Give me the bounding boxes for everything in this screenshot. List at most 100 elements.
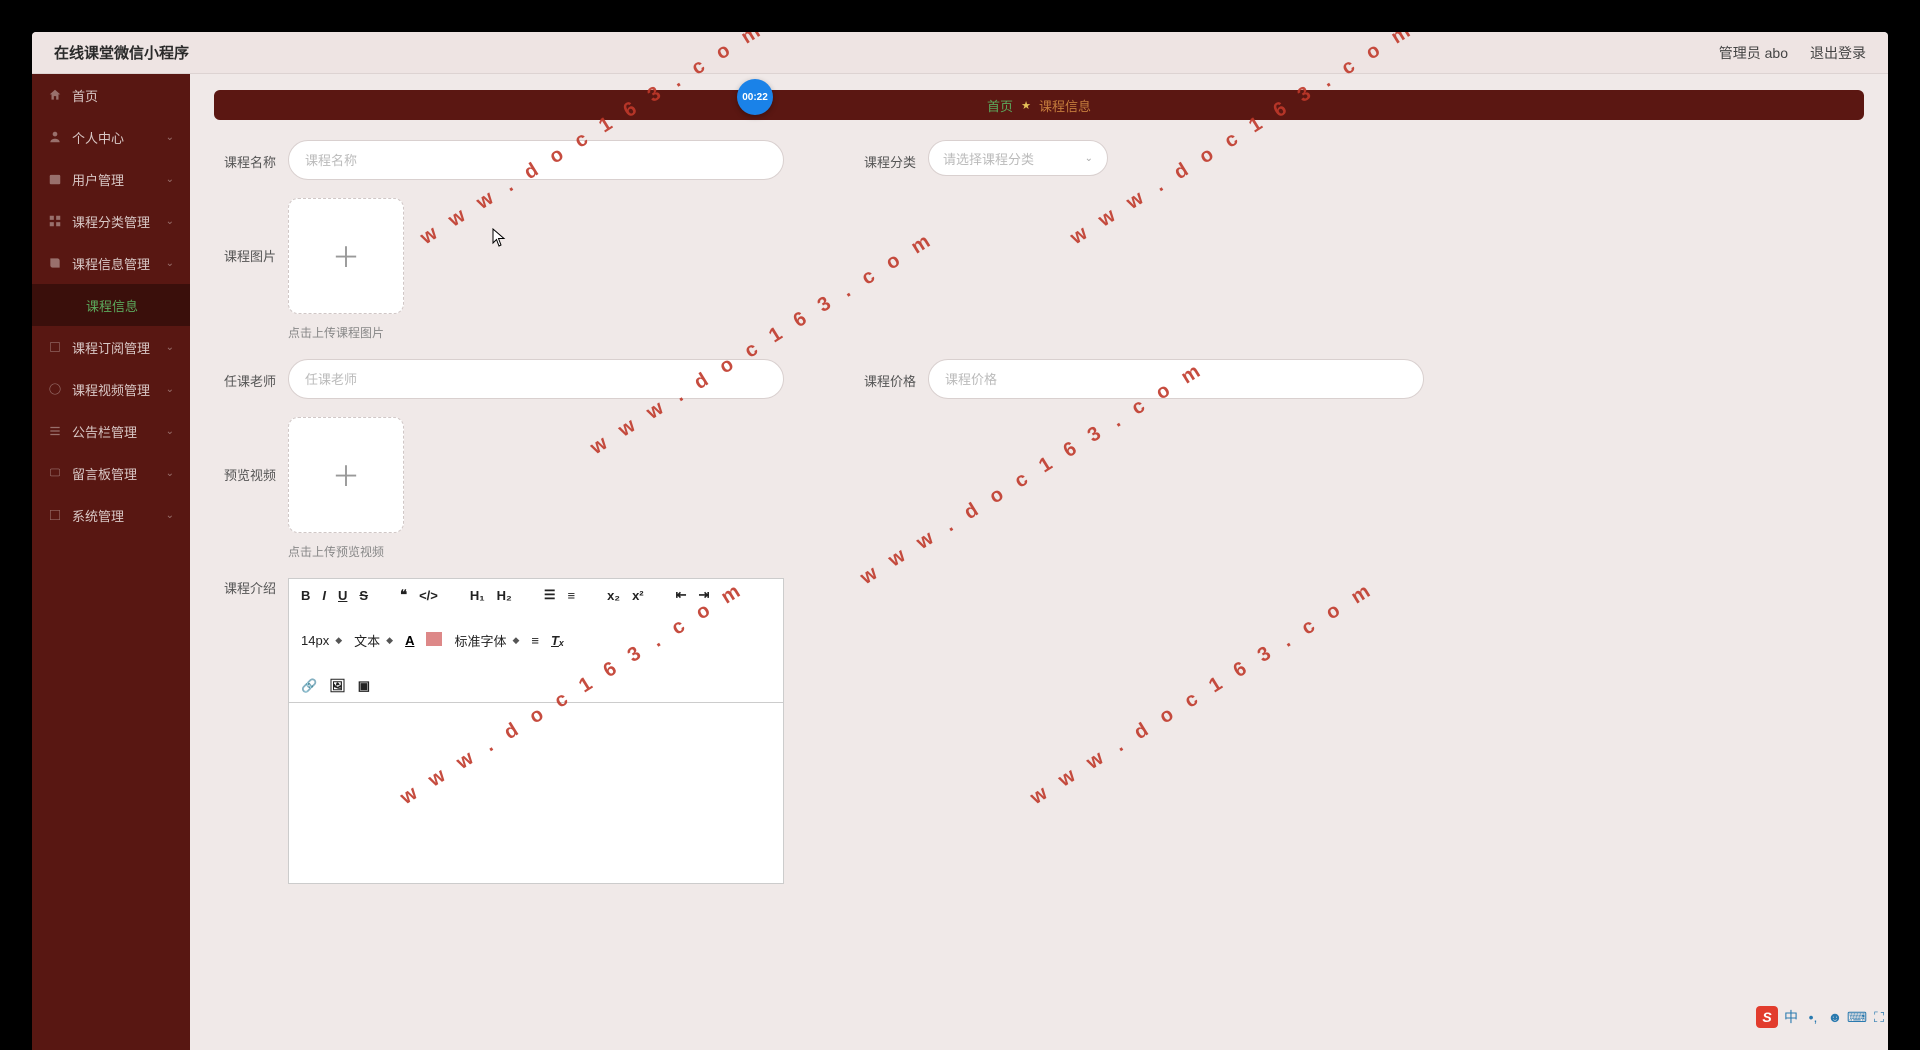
app-title: 在线课堂微信小程序	[54, 42, 189, 63]
course-image-upload[interactable]: ＋	[288, 198, 404, 314]
outdent-button[interactable]: ⇤	[676, 587, 687, 603]
image-button[interactable]: 🖼	[329, 678, 346, 694]
font-size-select[interactable]: 14px	[301, 633, 342, 648]
sidebar-item-label: 系统管理	[72, 506, 124, 525]
sidebar-item-system-mgmt[interactable]: 系统管理 ⌄	[32, 494, 190, 536]
sidebar-item-label: 课程分类管理	[72, 212, 150, 231]
chevron-down-icon: ⌄	[166, 216, 174, 227]
course-form: 课程名称 课程分类 请选择课程分类 ⌄	[214, 140, 1864, 884]
ordered-list-button[interactable]: ☰	[544, 587, 556, 603]
grid-icon	[48, 214, 62, 228]
label-preview-video: 预览视频	[224, 417, 288, 484]
sidebar-item-video-mgmt[interactable]: 课程视频管理 ⌄	[32, 368, 190, 410]
chevron-down-icon: ⌄	[166, 342, 174, 353]
sidebar-item-label: 课程订阅管理	[72, 338, 150, 357]
sogou-ime-icon[interactable]: S	[1756, 1006, 1778, 1028]
chevron-down-icon: ⌄	[166, 258, 174, 269]
align-button[interactable]: ≡	[531, 633, 539, 648]
chevron-down-icon: ⌄	[166, 174, 174, 185]
link-button[interactable]: 🔗	[301, 678, 317, 694]
sidebar-item-label: 首页	[72, 86, 98, 105]
text-color-button[interactable]: A	[405, 633, 414, 648]
sidebar: 首页 个人中心 ⌄ 用户管理 ⌄ 课程分类管理 ⌄	[32, 74, 190, 1050]
breadcrumb-current: 课程信息	[1039, 96, 1091, 115]
sidebar-item-message-mgmt[interactable]: 留言板管理 ⌄	[32, 452, 190, 494]
sidebar-item-profile[interactable]: 个人中心 ⌄	[32, 116, 190, 158]
bold-button[interactable]: B	[301, 588, 310, 603]
preview-video-upload-hint: 点击上传预览视频	[288, 543, 1854, 560]
timer-badge: 00:22	[737, 79, 773, 115]
ime-lang-zh-button[interactable]: 中	[1782, 1008, 1800, 1026]
label-course-image: 课程图片	[224, 198, 288, 265]
h1-button[interactable]: H₁	[470, 588, 485, 603]
content-area: 首页 ★ 课程信息 课程名称 课程分类	[190, 74, 1888, 1050]
star-icon: ★	[1021, 99, 1031, 112]
strike-button[interactable]: S	[359, 588, 368, 603]
sidebar-item-category-mgmt[interactable]: 课程分类管理 ⌄	[32, 200, 190, 242]
sidebar-item-label: 课程信息	[86, 296, 138, 315]
calendar-icon	[48, 172, 62, 186]
chevron-down-icon: ⌄	[166, 132, 174, 143]
sidebar-item-label: 课程视频管理	[72, 380, 150, 399]
topbar: 在线课堂微信小程序 管理员 abo 退出登录	[32, 32, 1888, 74]
sidebar-item-announcement-mgmt[interactable]: 公告栏管理 ⌄	[32, 410, 190, 452]
superscript-button[interactable]: x²	[632, 588, 644, 603]
course-price-input[interactable]	[928, 359, 1424, 399]
chevron-down-icon: ⌄	[166, 384, 174, 395]
quote-button[interactable]: ❝	[400, 587, 407, 603]
sidebar-item-label: 个人中心	[72, 128, 124, 147]
clear-format-button[interactable]: Tₓ	[551, 633, 564, 648]
plus-icon: ＋	[332, 236, 360, 276]
course-name-input[interactable]	[288, 140, 784, 180]
indent-button[interactable]: ⇥	[699, 587, 710, 603]
ime-settings-button[interactable]: ⛶	[1870, 1008, 1888, 1026]
chevron-down-icon: ⌄	[166, 468, 174, 479]
sidebar-item-label: 留言板管理	[72, 464, 137, 483]
teacher-input[interactable]	[288, 359, 784, 399]
richtext-editor: B I U S ❝ </> H₁ H	[288, 578, 784, 884]
label-course-name: 课程名称	[224, 140, 288, 171]
editor-toolbar: B I U S ❝ </> H₁ H	[289, 579, 783, 703]
label-course-category: 课程分类	[864, 140, 928, 171]
breadcrumb: 首页 ★ 课程信息	[214, 90, 1864, 120]
editor-body[interactable]	[289, 703, 783, 883]
message-icon	[48, 466, 62, 480]
sidebar-item-home[interactable]: 首页	[32, 74, 190, 116]
block-type-select[interactable]: 文本	[354, 631, 393, 650]
sidebar-item-label: 用户管理	[72, 170, 124, 189]
unordered-list-button[interactable]: ≡	[567, 588, 575, 603]
ime-face-button[interactable]: ☻	[1826, 1008, 1844, 1026]
bg-color-button[interactable]	[426, 632, 442, 649]
video-insert-button[interactable]: ▣	[358, 678, 370, 694]
chevron-down-icon: ⌄	[1085, 153, 1093, 164]
h2-button[interactable]: H₂	[497, 588, 512, 603]
book-icon	[48, 256, 62, 270]
sidebar-subitem-course-info[interactable]: 课程信息	[32, 284, 190, 326]
underline-button[interactable]: U	[338, 588, 347, 603]
sidebar-item-course-info-mgmt[interactable]: 课程信息管理 ⌄	[32, 242, 190, 284]
ime-keyboard-button[interactable]: ⌨	[1848, 1008, 1866, 1026]
course-category-select[interactable]: 请选择课程分类 ⌄	[928, 140, 1108, 176]
current-user-label[interactable]: 管理员 abo	[1719, 43, 1788, 63]
gear-icon	[48, 508, 62, 522]
subscript-button[interactable]: x₂	[607, 588, 620, 603]
select-placeholder: 请选择课程分类	[943, 149, 1034, 168]
user-icon	[48, 130, 62, 144]
label-teacher: 任课老师	[224, 359, 288, 390]
sidebar-item-label: 课程信息管理	[72, 254, 150, 273]
logout-button[interactable]: 退出登录	[1810, 43, 1866, 63]
course-image-upload-hint: 点击上传课程图片	[288, 324, 1854, 341]
breadcrumb-home[interactable]: 首页	[987, 96, 1013, 115]
sidebar-item-label: 公告栏管理	[72, 422, 137, 441]
code-button[interactable]: </>	[419, 588, 438, 603]
font-family-select[interactable]: 标准字体	[454, 631, 519, 650]
label-course-price: 课程价格	[864, 359, 928, 390]
ime-punct-button[interactable]: •,	[1804, 1008, 1822, 1026]
subscribe-icon	[48, 340, 62, 354]
italic-button[interactable]: I	[322, 588, 326, 603]
sidebar-item-subscription-mgmt[interactable]: 课程订阅管理 ⌄	[32, 326, 190, 368]
plus-icon: ＋	[332, 455, 360, 495]
preview-video-upload[interactable]: ＋	[288, 417, 404, 533]
video-icon	[48, 382, 62, 396]
sidebar-item-user-mgmt[interactable]: 用户管理 ⌄	[32, 158, 190, 200]
